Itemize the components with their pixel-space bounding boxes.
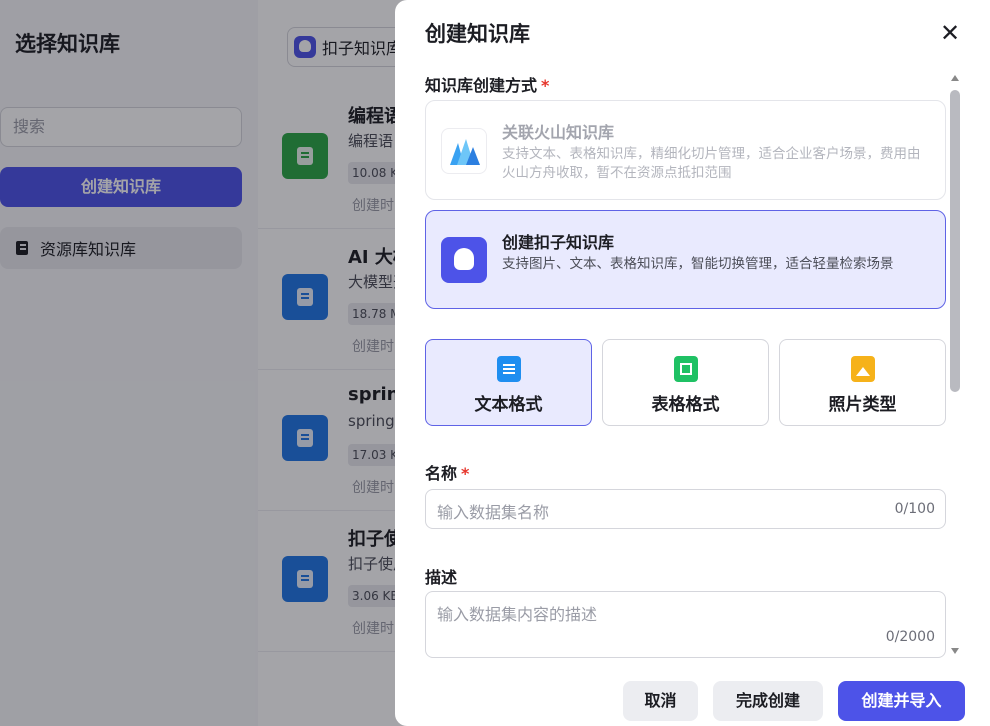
- cancel-button[interactable]: 取消: [623, 681, 698, 721]
- option-desc: 支持图片、文本、表格知识库，智能切换管理，适合轻量检索场景: [502, 256, 894, 272]
- scrollbar-thumb[interactable]: [950, 90, 960, 392]
- option-title: 关联火山知识库: [502, 123, 615, 142]
- required-mark: *: [461, 464, 470, 483]
- finish-create-button[interactable]: 完成创建: [713, 681, 823, 721]
- option-desc: 支持文本、表格知识库，精细化切片管理，适合企业客户场景，费用由火山方舟收取，暂不…: [502, 146, 921, 181]
- scroll-up-icon[interactable]: [951, 75, 959, 81]
- dialog-title: 创建知识库: [425, 22, 530, 46]
- name-field[interactable]: 输入数据集名称 0/100: [425, 489, 946, 529]
- description-field[interactable]: 输入数据集内容的描述 0/2000: [425, 591, 946, 658]
- option-coze-knowledge[interactable]: 创建扣子知识库 支持图片、文本、表格知识库，智能切换管理，适合轻量检索场景: [425, 210, 946, 309]
- option-title: 创建扣子知识库: [502, 233, 615, 252]
- format-label: 表格格式: [651, 395, 720, 415]
- name-placeholder: 输入数据集名称: [437, 503, 550, 522]
- format-label: 文本格式: [474, 395, 543, 415]
- desc-char-count: 0/2000: [885, 629, 935, 645]
- scroll-down-icon[interactable]: [951, 648, 959, 654]
- text-format-icon: [497, 356, 521, 382]
- coze-logo-icon: [441, 237, 487, 283]
- volcano-logo-icon: [441, 128, 487, 174]
- method-label: 知识库创建方式 *: [425, 76, 550, 95]
- format-photo[interactable]: 照片类型: [779, 339, 946, 426]
- name-label: 名称 *: [425, 464, 470, 483]
- create-and-import-button[interactable]: 创建并导入: [838, 681, 965, 721]
- desc-placeholder: 输入数据集内容的描述: [437, 605, 598, 624]
- format-label: 照片类型: [828, 395, 897, 415]
- name-char-count: 0/100: [894, 501, 935, 517]
- create-knowledge-dialog: 创建知识库 ✕ 知识库创建方式 * 关联火山知识库 支持文本、表格知识库，精细化切…: [395, 0, 990, 726]
- format-table[interactable]: 表格格式: [602, 339, 769, 426]
- scrollbar[interactable]: [948, 72, 962, 657]
- option-volcano-knowledge[interactable]: 关联火山知识库 支持文本、表格知识库，精细化切片管理，适合企业客户场景，费用由火…: [425, 100, 946, 200]
- format-text[interactable]: 文本格式: [425, 339, 592, 426]
- table-format-icon: [674, 356, 698, 382]
- required-mark: *: [541, 76, 550, 95]
- photo-format-icon: [851, 356, 875, 382]
- desc-label: 描述: [425, 568, 458, 587]
- close-icon[interactable]: ✕: [939, 21, 961, 45]
